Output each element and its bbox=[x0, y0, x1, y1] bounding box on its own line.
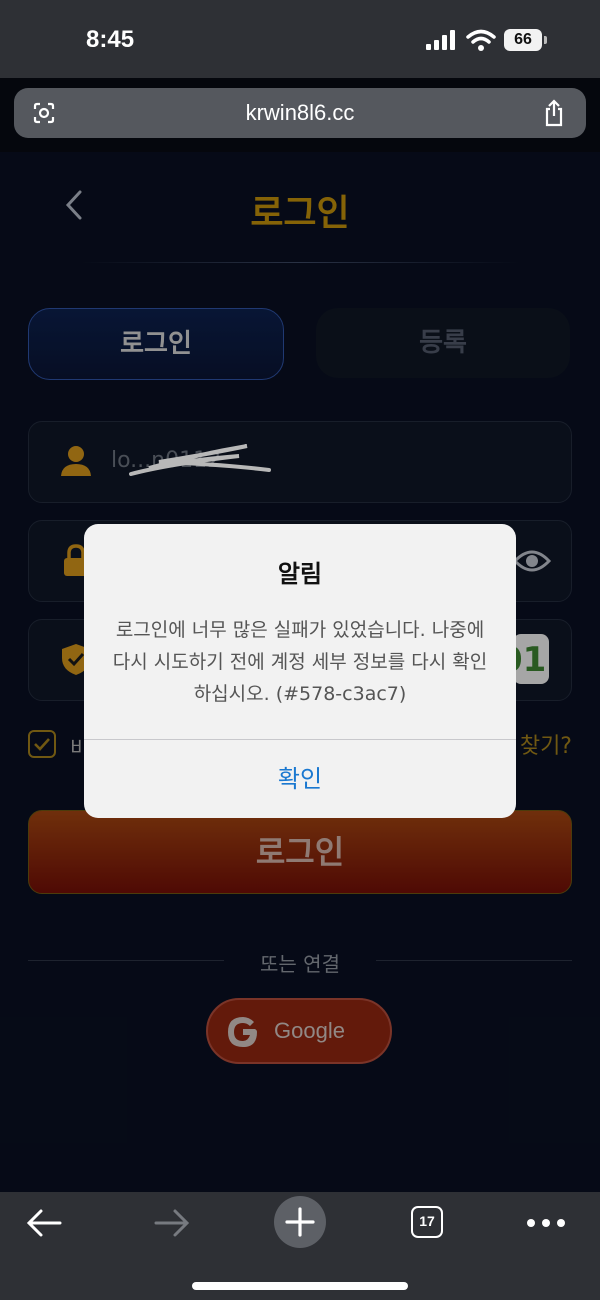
address-bar[interactable]: krwin8l6.cc bbox=[14, 88, 586, 138]
plus-icon bbox=[285, 1207, 315, 1237]
forward-arrow-icon[interactable] bbox=[154, 1208, 190, 1238]
more-options-icon[interactable] bbox=[526, 1218, 566, 1228]
battery-indicator: 66 bbox=[504, 29, 547, 51]
url-text[interactable]: krwin8l6.cc bbox=[14, 100, 586, 126]
share-icon[interactable] bbox=[542, 99, 566, 127]
home-indicator[interactable] bbox=[192, 1282, 408, 1290]
wifi-icon bbox=[466, 29, 496, 51]
tabs-count-button[interactable]: 17 bbox=[411, 1206, 443, 1238]
alert-dialog: 알림 로그인에 너무 많은 실패가 있었습니다. 나중에 다시 시도하기 전에 … bbox=[84, 524, 516, 818]
back-arrow-icon[interactable] bbox=[26, 1208, 62, 1238]
alert-confirm-button[interactable]: 확인 bbox=[84, 740, 516, 818]
status-bar: 8:45 66 bbox=[0, 0, 600, 78]
alert-message: 로그인에 너무 많은 실패가 있었습니다. 나중에 다시 시도하기 전에 계정 … bbox=[112, 619, 488, 705]
cellular-signal-icon bbox=[426, 30, 455, 50]
status-time: 8:45 bbox=[86, 26, 135, 53]
new-tab-button[interactable] bbox=[274, 1196, 326, 1248]
alert-title: 알림 bbox=[277, 560, 323, 588]
browser-toolbar: 17 bbox=[0, 1192, 600, 1300]
